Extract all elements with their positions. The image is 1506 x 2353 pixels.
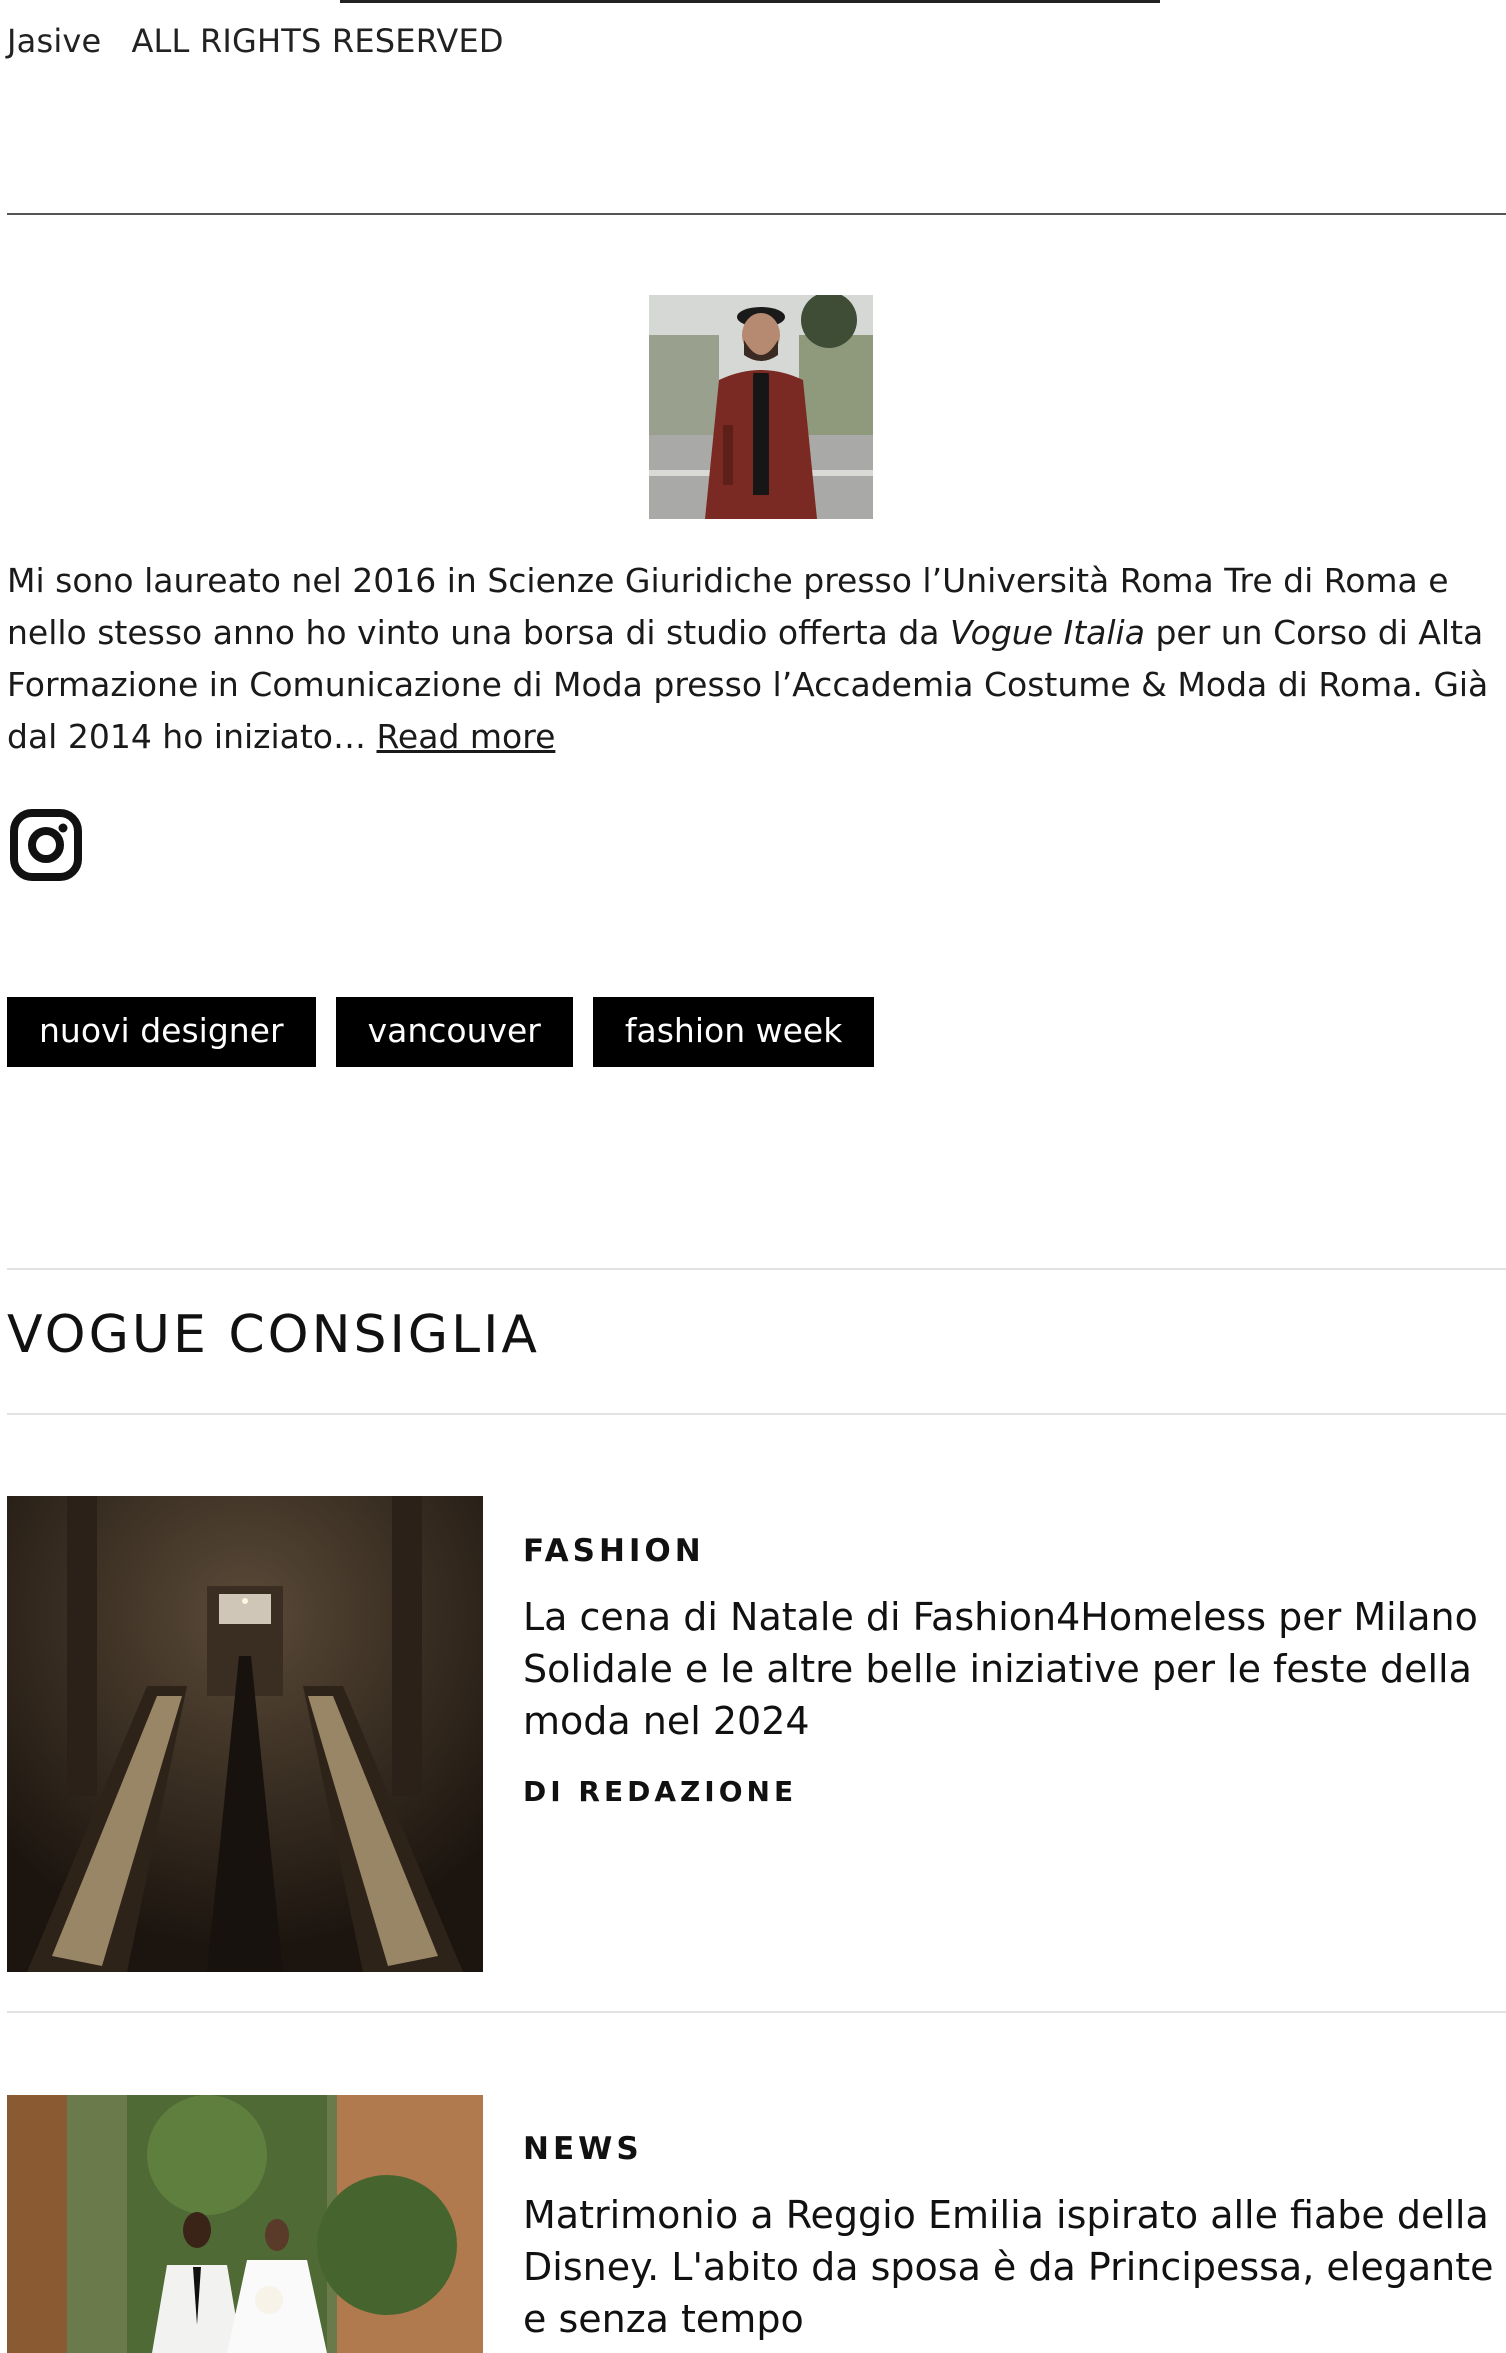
instagram-icon[interactable] — [10, 809, 82, 881]
article-kicker[interactable]: NEWS — [523, 2131, 643, 2167]
section-divider — [7, 213, 1506, 215]
bio-emphasis: Vogue Italia — [950, 613, 1145, 652]
tag-nuovi-designer[interactable]: nuovi designer — [7, 997, 316, 1067]
article-kicker[interactable]: FASHION — [523, 1533, 705, 1569]
article-headline[interactable]: Matrimonio a Reggio Emilia ispirato alle… — [523, 2189, 1506, 2345]
author-avatar[interactable] — [649, 295, 873, 519]
read-more-link[interactable]: Read more — [376, 717, 555, 756]
credit-brand: Jasive — [7, 22, 102, 60]
article-image[interactable] — [7, 2095, 483, 2353]
author-bio: Mi sono laureato nel 2016 in Scienze Giu… — [7, 555, 1502, 763]
tag-fashion-week[interactable]: fashion week — [592, 997, 875, 1067]
top-border — [340, 0, 1160, 3]
section-divider — [7, 1413, 1506, 1415]
section-divider — [7, 2011, 1506, 2013]
article-headline[interactable]: La cena di Natale di Fashion4Homeless pe… — [523, 1591, 1506, 1747]
section-divider — [7, 1268, 1506, 1270]
tag-list: nuovi designer vancouver fashion week — [7, 997, 875, 1067]
tag-vancouver[interactable]: vancouver — [335, 997, 573, 1067]
photo-credit: Jasive ALL RIGHTS RESERVED — [7, 22, 534, 60]
credit-rights: ALL RIGHTS RESERVED — [131, 22, 504, 60]
article-image[interactable] — [7, 1496, 483, 1972]
article-byline: DI REDAZIONE — [523, 1775, 798, 1808]
section-title: VOGUE CONSIGLIA — [7, 1305, 540, 1365]
